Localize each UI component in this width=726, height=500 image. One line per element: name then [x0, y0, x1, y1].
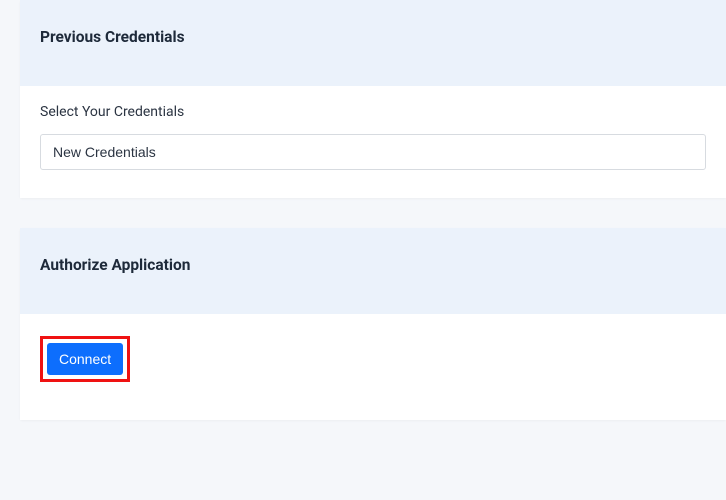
previous-credentials-title: Previous Credentials — [40, 28, 706, 46]
credentials-select-value: New Credentials — [53, 144, 156, 160]
credentials-select[interactable]: New Credentials — [40, 134, 706, 170]
authorize-application-body: Connect — [20, 314, 726, 420]
previous-credentials-card: Previous Credentials Select Your Credent… — [20, 0, 726, 198]
authorize-application-title: Authorize Application — [40, 256, 706, 274]
authorize-application-header: Authorize Application — [20, 228, 726, 314]
credentials-select-label: Select Your Credentials — [40, 104, 706, 120]
connect-button[interactable]: Connect — [47, 343, 123, 375]
authorize-application-card: Authorize Application Connect — [20, 228, 726, 420]
credentials-select-wrap: New Credentials — [40, 134, 706, 170]
previous-credentials-body: Select Your Credentials New Credentials — [20, 86, 726, 198]
previous-credentials-header: Previous Credentials — [20, 0, 726, 86]
connect-highlight: Connect — [40, 336, 130, 382]
